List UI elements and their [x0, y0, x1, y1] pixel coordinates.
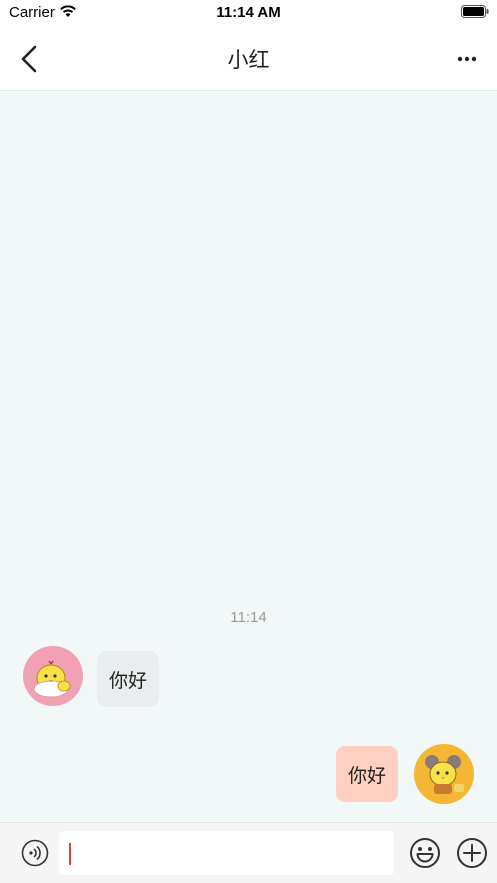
input-bar [0, 822, 497, 883]
chat-area[interactable]: 11:14 你好 你好 [0, 92, 497, 822]
chick-avatar-icon [33, 660, 71, 698]
more-horizontal-icon [457, 56, 477, 62]
status-bar: Carrier 11:14 AM [0, 0, 497, 26]
outgoing-message-bubble[interactable]: 你好 [336, 746, 399, 802]
plus-circle-icon[interactable] [456, 837, 488, 869]
more-button[interactable] [451, 46, 483, 72]
message-timestamp: 11:14 [230, 609, 267, 626]
chick-avatar-icon [425, 755, 464, 794]
message-input[interactable] [59, 831, 394, 875]
text-cursor [69, 843, 71, 865]
contact-avatar[interactable] [23, 646, 83, 706]
chat-title: 小红 [227, 48, 270, 72]
status-time: 11:14 AM [216, 4, 281, 21]
voice-icon[interactable] [21, 839, 49, 867]
self-avatar[interactable] [414, 744, 474, 804]
incoming-message-bubble[interactable]: 你好 [97, 651, 160, 707]
battery-icon [461, 5, 489, 18]
nav-bar: 小红 [0, 26, 497, 91]
emoji-icon[interactable] [409, 837, 441, 869]
